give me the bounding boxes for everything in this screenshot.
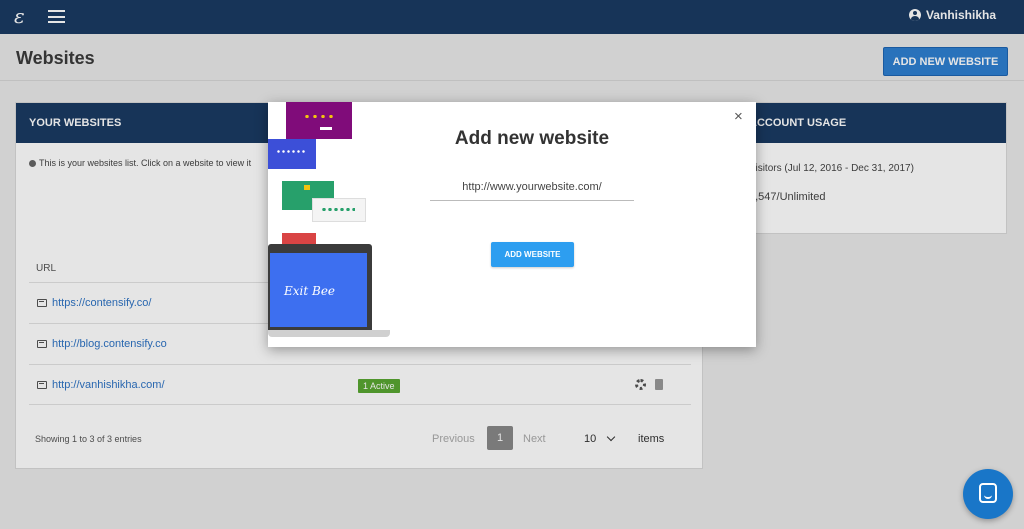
add-website-modal: Exit Bee Add new website × ADD WEBSITE	[268, 102, 756, 347]
laptop-illustration: Exit Bee	[268, 244, 372, 330]
modal-title: Add new website	[454, 128, 610, 149]
laptop-base	[268, 330, 390, 337]
popup-preview-purple	[286, 102, 352, 139]
chat-icon	[979, 483, 997, 503]
chat-launcher-button[interactable]	[963, 469, 1013, 519]
laptop-brand: Exit Bee	[284, 284, 336, 298]
close-icon[interactable]: ×	[734, 108, 743, 125]
popup-preview-blue	[268, 139, 316, 169]
add-website-button[interactable]: ADD WEBSITE	[491, 242, 574, 267]
website-url-input[interactable]	[430, 174, 634, 201]
popup-preview-gray	[312, 198, 366, 222]
popup-illustration: Exit Bee	[268, 102, 390, 347]
